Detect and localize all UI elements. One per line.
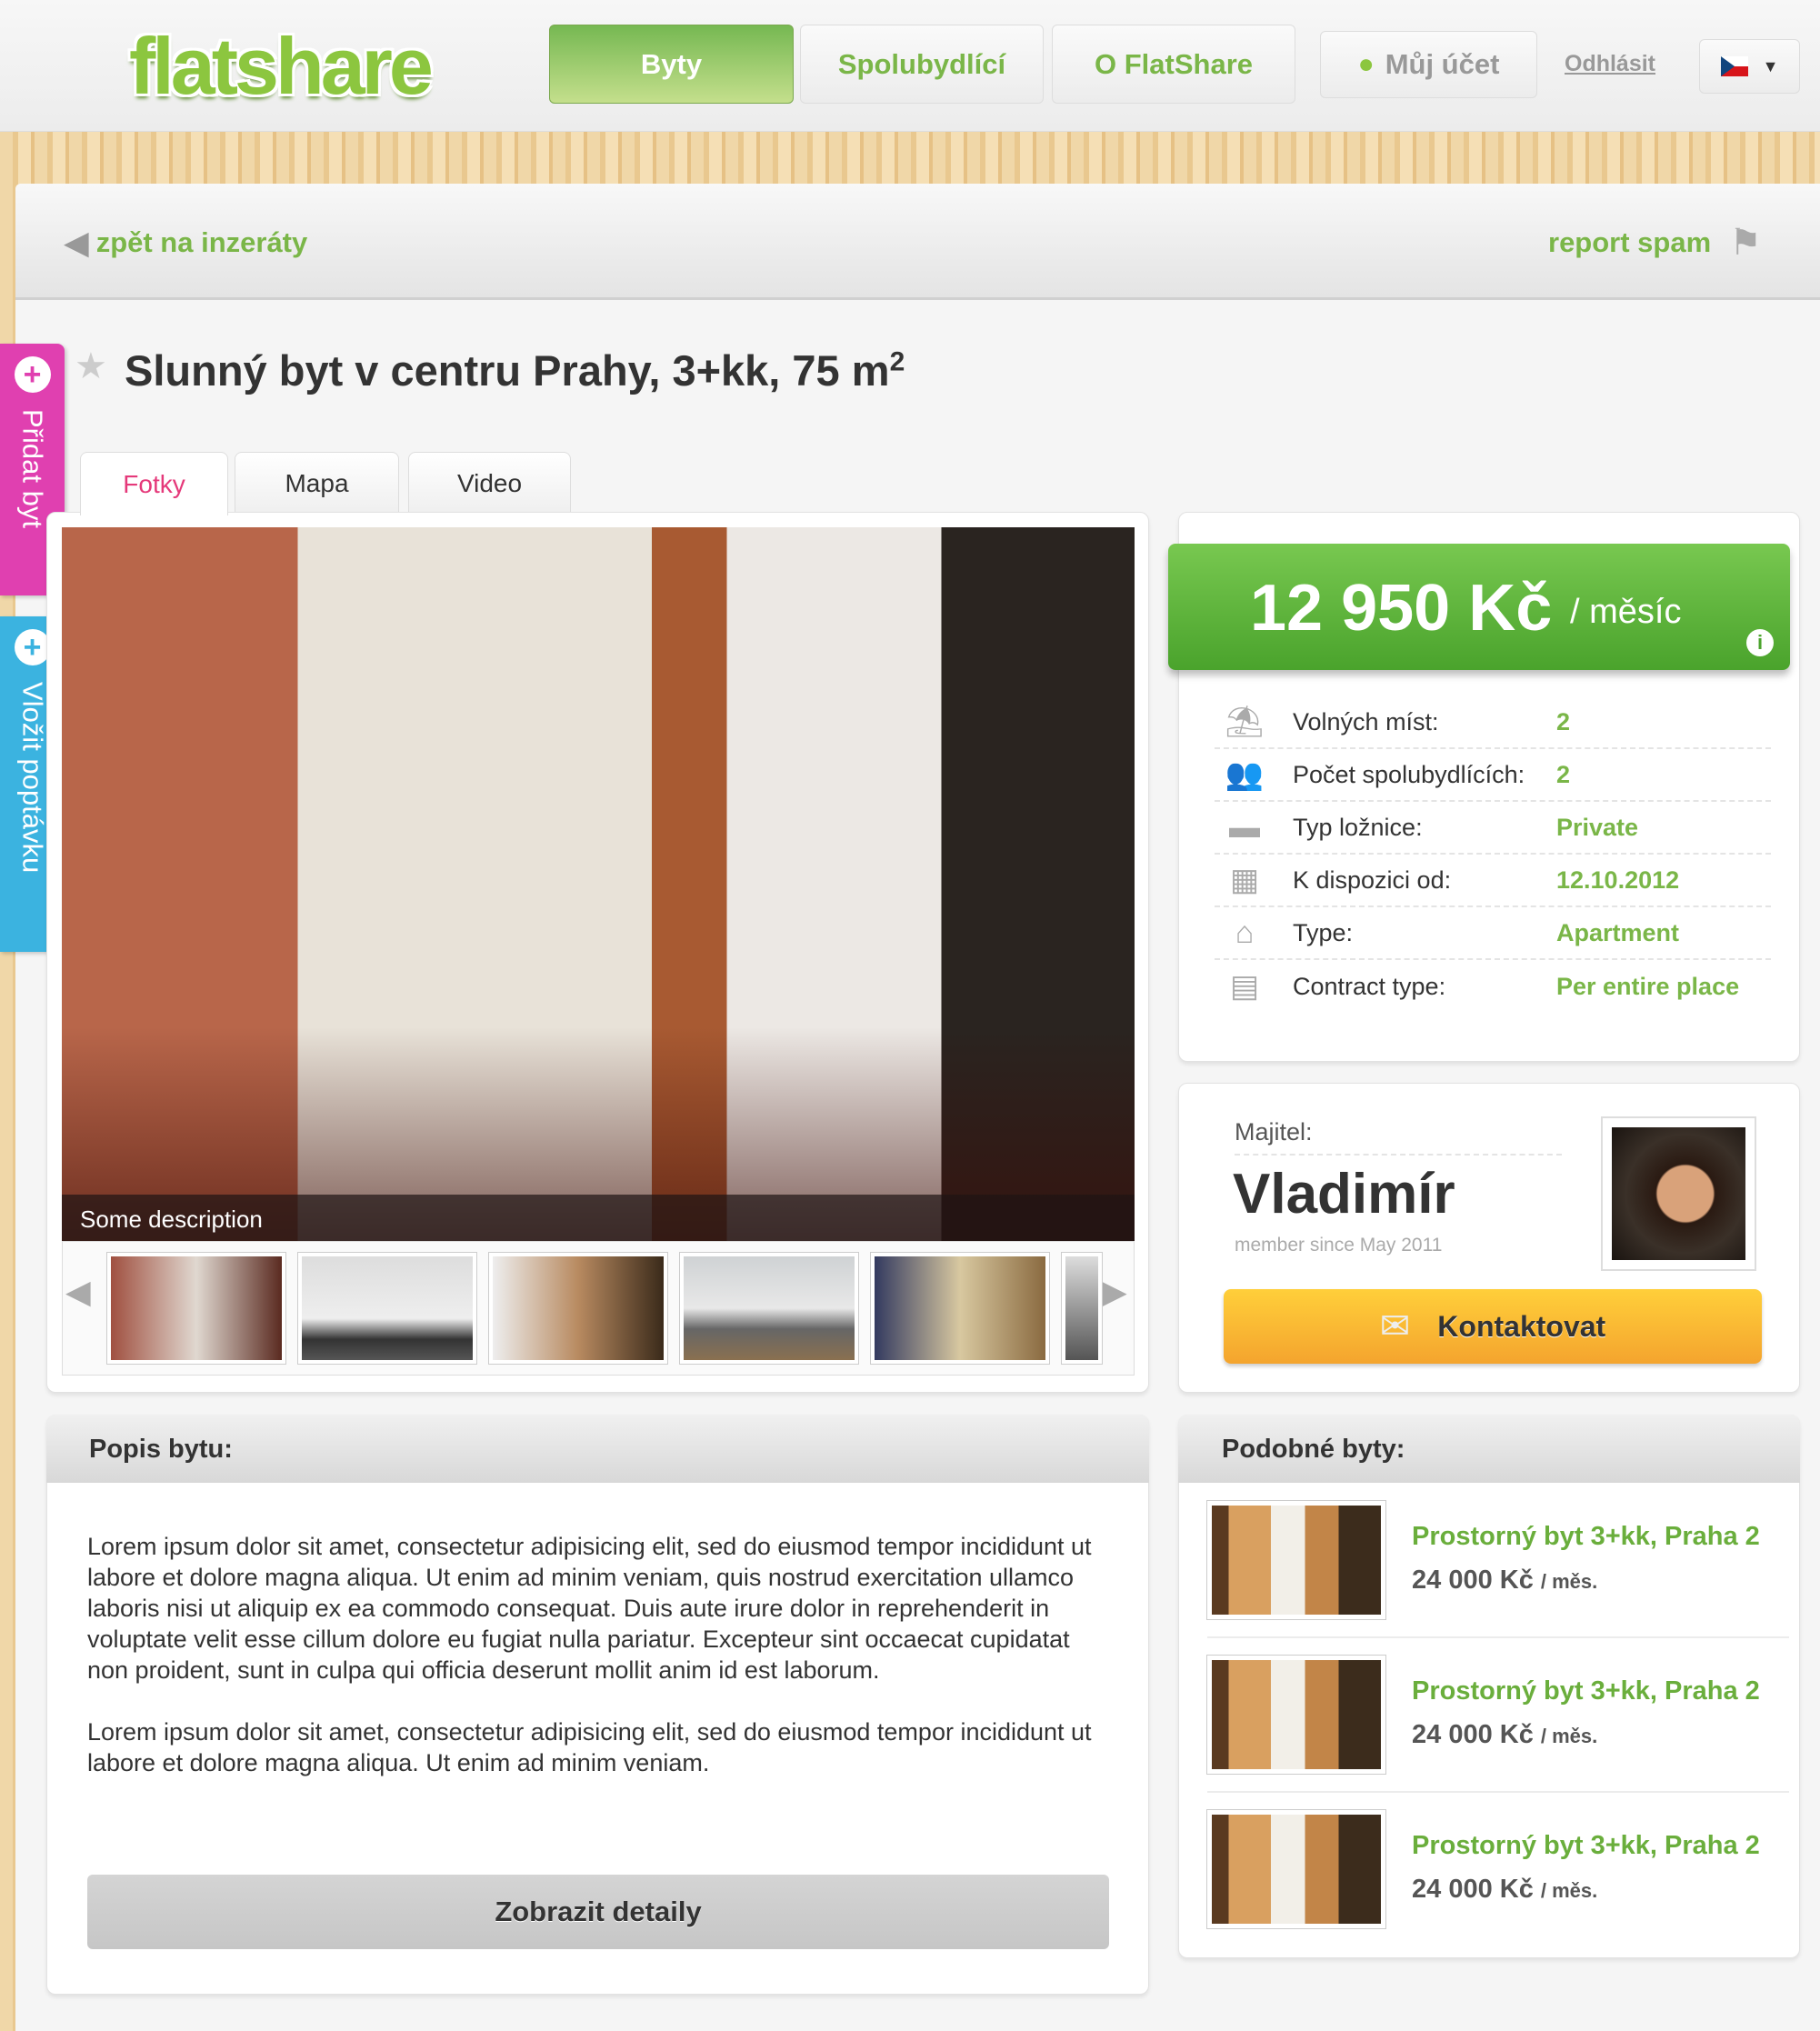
house-icon: ⌂ <box>1235 915 1255 950</box>
description-paragraph: Lorem ipsum dolor sit amet, consectetur … <box>87 1533 1092 1684</box>
gallery-thumbnail[interactable] <box>871 1253 1049 1364</box>
info-icon[interactable]: i <box>1746 629 1774 656</box>
people-icon: 👥 <box>1225 757 1265 792</box>
owner-avatar[interactable] <box>1601 1116 1756 1271</box>
similar-thumbnail[interactable] <box>1207 1501 1385 1619</box>
owner-name: Vladimír <box>1233 1163 1455 1226</box>
detail-label: Volných míst: <box>1293 707 1439 735</box>
description-heading: Popis bytu: <box>46 1415 1149 1483</box>
similar-title[interactable]: Prostorný byt 3+kk, Praha 2 <box>1412 1676 1760 1706</box>
nav-spolubydlici[interactable]: Spolubydlící <box>800 25 1044 104</box>
flatshare-logo[interactable]: flatshare <box>129 20 434 113</box>
flag-icon: ⚑ <box>1729 223 1763 263</box>
detail-row: ⛱ Volných míst: 2 <box>1215 696 1771 749</box>
chevron-down-icon: ▼ <box>1762 56 1779 75</box>
arrow-left-icon: ◀ <box>64 224 89 261</box>
divider <box>1207 1791 1789 1793</box>
similar-heading: Podobné byty: <box>1178 1415 1800 1483</box>
report-spam-link[interactable]: report spam ⚑ <box>1548 222 1762 264</box>
detail-label: Type: <box>1293 918 1354 946</box>
similar-price: 24 000 Kč / měs. <box>1412 1566 1598 1595</box>
similar-price: 24 000 Kč / měs. <box>1412 1875 1598 1904</box>
gallery-thumbnail[interactable] <box>107 1253 285 1364</box>
detail-row: 👥 Počet spolubydlících: 2 <box>1215 749 1771 802</box>
detail-value: 2 <box>1556 707 1571 735</box>
report-label: report spam <box>1548 226 1712 258</box>
detail-label: Contract type: <box>1293 972 1446 1000</box>
similar-thumbnail[interactable] <box>1207 1810 1385 1928</box>
add-flat-label: Přidat byt <box>16 409 49 528</box>
user-icon: ● <box>1357 49 1375 79</box>
document-icon: ▤ <box>1229 969 1260 1004</box>
logout-link[interactable]: Odhlásit <box>1565 51 1655 77</box>
add-request-label: Vložit poptávku <box>16 682 49 874</box>
contact-button[interactable]: ✉ Kontaktovat <box>1224 1289 1762 1364</box>
gallery-thumbnail[interactable] <box>298 1253 476 1364</box>
similar-title[interactable]: Prostorný byt 3+kk, Praha 2 <box>1412 1522 1760 1552</box>
photo-caption: Some description <box>62 1195 1135 1241</box>
contact-label: Kontaktovat <box>1437 1309 1606 1343</box>
member-since: member since May 2011 <box>1235 1235 1443 1256</box>
detail-value: 2 <box>1556 760 1571 788</box>
similar-price: 24 000 Kč / měs. <box>1412 1720 1598 1749</box>
price-period: / měsíc <box>1570 593 1682 631</box>
description-text: Lorem ipsum dolor sit amet, consectetur … <box>87 1531 1115 1778</box>
description-paragraph: Lorem ipsum dolor sit amet, consectetur … <box>87 1718 1092 1776</box>
czech-flag-icon <box>1720 56 1748 76</box>
price-banner: 12 950 Kč / měsíc i <box>1168 544 1790 670</box>
my-account-label: Můj účet <box>1385 48 1500 80</box>
detail-value: Private <box>1556 813 1639 841</box>
prev-arrow-icon[interactable]: ◀ <box>65 1273 91 1311</box>
similar-thumbnail[interactable] <box>1207 1656 1385 1774</box>
favorite-star-icon[interactable]: ★ <box>75 345 107 387</box>
back-to-listings-link[interactable]: ◀ zpět na inzeráty <box>64 224 307 262</box>
detail-row: ▬ Typ ložnice: Private <box>1215 802 1771 855</box>
detail-row: ▤ Contract type: Per entire place <box>1215 960 1771 1013</box>
detail-label: Typ ložnice: <box>1293 813 1423 841</box>
gallery-thumbnail[interactable] <box>680 1253 858 1364</box>
nav-byty[interactable]: Byty <box>549 25 794 104</box>
plus-icon: + <box>14 629 51 665</box>
detail-label: K dispozici od: <box>1293 865 1452 894</box>
detail-value: Per entire place <box>1556 972 1740 1000</box>
plus-icon: + <box>14 356 51 393</box>
tab-video[interactable]: Video <box>408 452 571 514</box>
gallery-thumbnail[interactable] <box>489 1253 667 1364</box>
gallery-thumbnail[interactable] <box>1062 1253 1102 1364</box>
tab-fotky[interactable]: Fotky <box>80 452 228 515</box>
language-dropdown[interactable]: ▼ <box>1699 39 1800 94</box>
bed-icon: ▬ <box>1229 810 1260 845</box>
divider <box>1207 1636 1789 1638</box>
detail-value: Apartment <box>1556 918 1680 946</box>
listing-title: Slunný byt v centru Prahy, 3+kk, 75 m2 <box>125 346 905 395</box>
show-details-button[interactable]: Zobrazit detaily <box>87 1875 1109 1949</box>
my-account-button[interactable]: ● Můj účet <box>1320 31 1537 98</box>
similar-title[interactable]: Prostorný byt 3+kk, Praha 2 <box>1412 1831 1760 1861</box>
lamp-icon: ⛱ <box>1225 705 1265 739</box>
calendar-icon: ▦ <box>1229 863 1260 897</box>
detail-row: ▦ K dispozici od: 12.10.2012 <box>1215 855 1771 907</box>
price-amount: 12 950 Kč <box>1250 572 1553 645</box>
next-arrow-icon[interactable]: ▶ <box>1102 1273 1127 1311</box>
main-photo[interactable]: Some description <box>62 527 1135 1241</box>
tab-mapa[interactable]: Mapa <box>235 452 399 514</box>
envelope-icon: ✉ <box>1379 1306 1411 1346</box>
detail-label: Počet spolubydlících: <box>1293 760 1525 788</box>
detail-value: 12.10.2012 <box>1556 865 1680 894</box>
back-label: zpět na inzeráty <box>95 226 308 258</box>
owner-label: Majitel: <box>1235 1118 1562 1156</box>
nav-o-flatshare[interactable]: O FlatShare <box>1052 25 1295 104</box>
detail-row: ⌂ Type: Apartment <box>1215 907 1771 960</box>
